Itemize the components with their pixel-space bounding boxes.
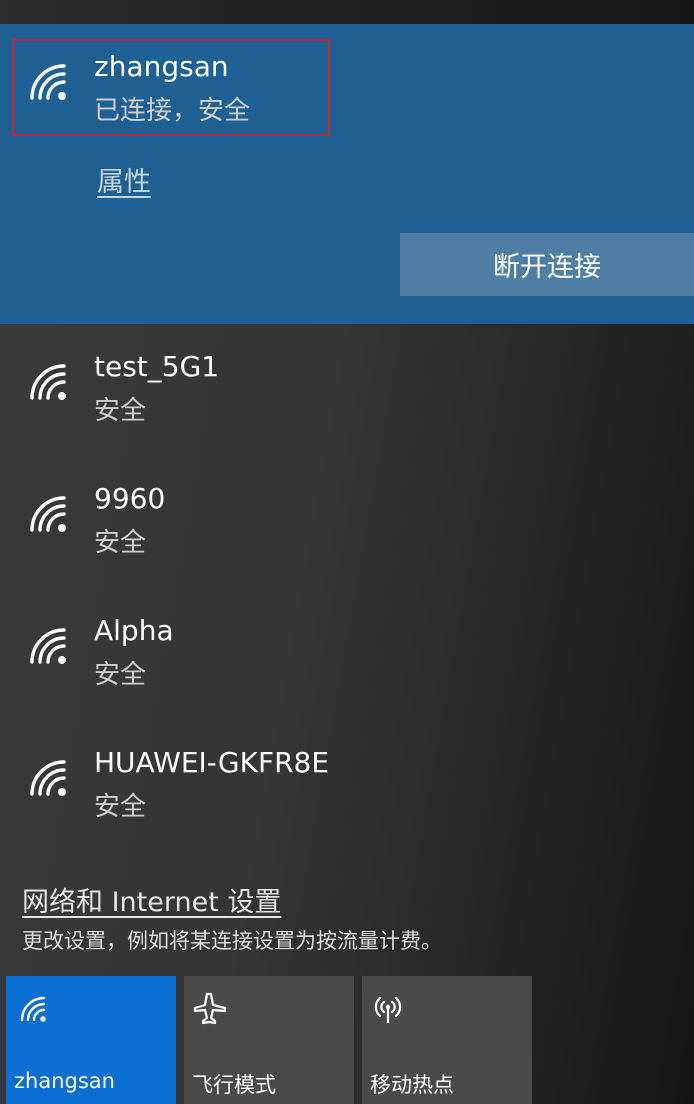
network-status: 安全 [94, 528, 147, 558]
airplane-mode-tile[interactable]: 飞行模式 [184, 976, 354, 1104]
tile-label: 飞行模式 [192, 1073, 276, 1097]
network-item[interactable]: test_5G1 安全 [0, 342, 694, 452]
wifi-icon [30, 364, 66, 400]
network-name: HUAWEI-GKFR8E [94, 746, 330, 779]
tile-label: zhangsan [14, 1069, 115, 1093]
properties-link[interactable]: 属性 [97, 160, 151, 199]
wifi-icon [30, 496, 66, 532]
mobile-hotspot-tile[interactable]: 移动热点 [362, 976, 532, 1104]
wifi-icon [30, 628, 66, 664]
network-status: 安全 [94, 792, 147, 822]
settings-description: 更改设置，例如将某连接设置为按流量计费。 [22, 929, 442, 953]
wifi-icon [20, 996, 46, 1022]
tile-label: 移动热点 [370, 1073, 454, 1097]
network-internet-settings-link[interactable]: 网络和 Internet 设置 [22, 880, 281, 919]
disconnect-button[interactable]: 断开连接 [400, 233, 694, 296]
network-name: test_5G1 [94, 350, 220, 383]
hotspot-icon [374, 996, 402, 1024]
selection-highlight [12, 39, 330, 136]
network-item[interactable]: HUAWEI-GKFR8E 安全 [0, 738, 694, 848]
network-item[interactable]: Alpha 安全 [0, 606, 694, 716]
wifi-icon [30, 760, 66, 796]
network-item[interactable]: 9960 安全 [0, 474, 694, 584]
network-name: Alpha [94, 614, 174, 647]
wifi-toggle-tile[interactable]: zhangsan [6, 976, 176, 1104]
network-name: 9960 [94, 482, 166, 515]
top-strip [0, 0, 694, 24]
airplane-icon [193, 992, 227, 1025]
network-status: 安全 [94, 396, 147, 426]
network-status: 安全 [94, 660, 147, 690]
